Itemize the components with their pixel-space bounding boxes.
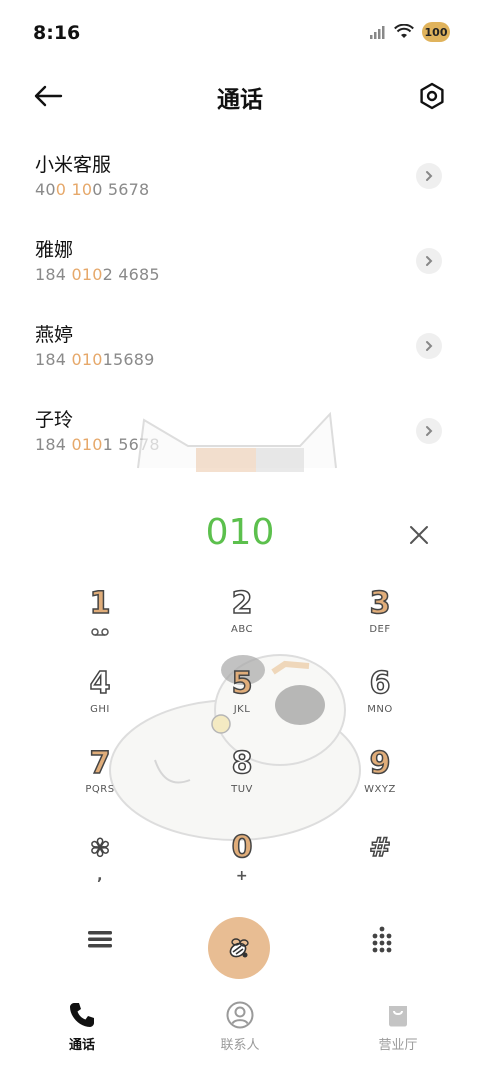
dialer-actions	[0, 915, 480, 985]
battery-level: 100	[424, 25, 448, 39]
number-match: 010	[71, 350, 103, 369]
key-digit: 8	[231, 745, 253, 782]
number-part: 184	[35, 265, 72, 284]
gear-icon	[420, 82, 444, 110]
key-digit: 5	[231, 665, 253, 702]
contact-name: 雅娜	[35, 239, 74, 261]
tab-label: 营业厅	[378, 1038, 418, 1053]
menu-button[interactable]	[86, 925, 114, 953]
contact-number: 400 100 5678	[35, 180, 149, 199]
contact-detail-button[interactable]	[416, 418, 442, 444]
key-1[interactable]: 1	[40, 585, 160, 656]
battery-icon: 100	[422, 22, 450, 42]
key-8[interactable]: 8 TUV	[182, 745, 302, 816]
number-part: 0 5678	[92, 180, 150, 199]
clear-button[interactable]	[406, 522, 432, 548]
number-part: 15689	[102, 350, 155, 369]
page-title: 通话	[217, 87, 263, 113]
status-bar: 8:16 100	[0, 0, 480, 64]
key-7[interactable]: 7 PQRS	[40, 745, 160, 816]
number-match: 010	[71, 265, 103, 284]
number-match: 10	[71, 180, 93, 199]
header: 通话	[0, 64, 480, 124]
tab-label: 通话	[68, 1038, 95, 1053]
key-2[interactable]: 2 ABC	[182, 585, 302, 656]
tab-service-hall[interactable]: 营业厅	[348, 1000, 448, 1053]
contact-item[interactable]: 雅娜 184 0102 4685	[0, 217, 480, 302]
number-match: 010	[71, 435, 103, 454]
dialpad-toggle-button[interactable]	[368, 925, 396, 953]
contact-item[interactable]: 燕婷 184 01015689	[0, 302, 480, 387]
contact-detail-button[interactable]	[416, 163, 442, 189]
key-digit: 2	[231, 585, 253, 622]
key-digit: #	[368, 832, 391, 864]
key-star[interactable]: ✽ ,	[40, 830, 160, 900]
contact-number: 184 0102 4685	[35, 265, 160, 284]
contact-detail-button[interactable]	[416, 248, 442, 274]
key-letters: +	[235, 868, 249, 884]
number-part: 184	[35, 350, 72, 369]
settings-button[interactable]	[414, 78, 450, 114]
close-icon	[410, 526, 428, 544]
chevron-right-icon	[426, 426, 433, 436]
contact-name: 小米客服	[35, 154, 112, 176]
tab-contacts[interactable]: 联系人	[190, 1000, 290, 1053]
dial-entry: 010	[0, 510, 480, 560]
contact-item[interactable]: 小米客服 400 100 5678	[0, 132, 480, 217]
phone-icon	[70, 1003, 94, 1027]
chevron-right-icon	[426, 341, 433, 351]
key-digit: 9	[369, 745, 391, 782]
key-9[interactable]: 9 WXYZ	[320, 745, 440, 816]
number-part: 2 4685	[102, 265, 160, 284]
key-4[interactable]: 4 GHI	[40, 665, 160, 736]
number-part: 40	[35, 180, 56, 199]
wifi-icon	[394, 24, 414, 38]
key-letters: PQRS	[85, 784, 115, 795]
bottom-tab-bar: 通话 联系人 营业厅	[0, 990, 480, 1067]
person-icon	[226, 1001, 254, 1029]
number-match: 0	[55, 180, 67, 199]
call-button[interactable]	[208, 917, 270, 979]
chevron-right-icon	[426, 171, 433, 181]
key-letters: TUV	[231, 784, 253, 795]
status-time: 8:16	[33, 22, 81, 44]
tab-calls[interactable]: 通话	[32, 1000, 132, 1053]
key-3[interactable]: 3 DEF	[320, 585, 440, 656]
key-hash[interactable]: #	[320, 830, 440, 900]
key-digit: ✽	[89, 833, 111, 863]
cat-peek-illustration	[137, 411, 337, 472]
contact-number: 184 01015689	[35, 350, 154, 369]
contact-name: 子玲	[35, 409, 74, 431]
key-letters: GHI	[90, 704, 110, 715]
contact-detail-button[interactable]	[416, 333, 442, 359]
dialpad-icon	[372, 926, 392, 953]
key-5[interactable]: 5 JKL	[182, 665, 302, 736]
key-digit: 4	[89, 665, 111, 702]
menu-icon	[88, 931, 112, 948]
bee-call-icon	[229, 938, 249, 958]
key-6[interactable]: 6 MNO	[320, 665, 440, 736]
contact-name: 燕婷	[35, 324, 74, 346]
key-letters: JKL	[233, 704, 251, 715]
key-digit: 6	[369, 665, 391, 702]
key-digit: 3	[369, 585, 391, 622]
key-letters: MNO	[367, 704, 393, 715]
bag-icon	[389, 1006, 407, 1027]
key-letters: ABC	[230, 624, 253, 635]
key-letters: ,	[97, 868, 103, 884]
key-digit: 1	[89, 585, 111, 622]
voicemail-icon	[91, 628, 109, 636]
key-digit: 0	[231, 829, 253, 866]
key-letters: DEF	[369, 624, 391, 635]
status-icons: 100	[370, 22, 450, 42]
chevron-right-icon	[426, 256, 433, 266]
key-digit: 7	[89, 745, 111, 782]
signal-icon	[370, 26, 385, 39]
key-0[interactable]: 0 +	[182, 829, 302, 900]
tab-label: 联系人	[220, 1038, 260, 1053]
number-part: 184	[35, 435, 72, 454]
key-letters: WXYZ	[364, 784, 396, 795]
